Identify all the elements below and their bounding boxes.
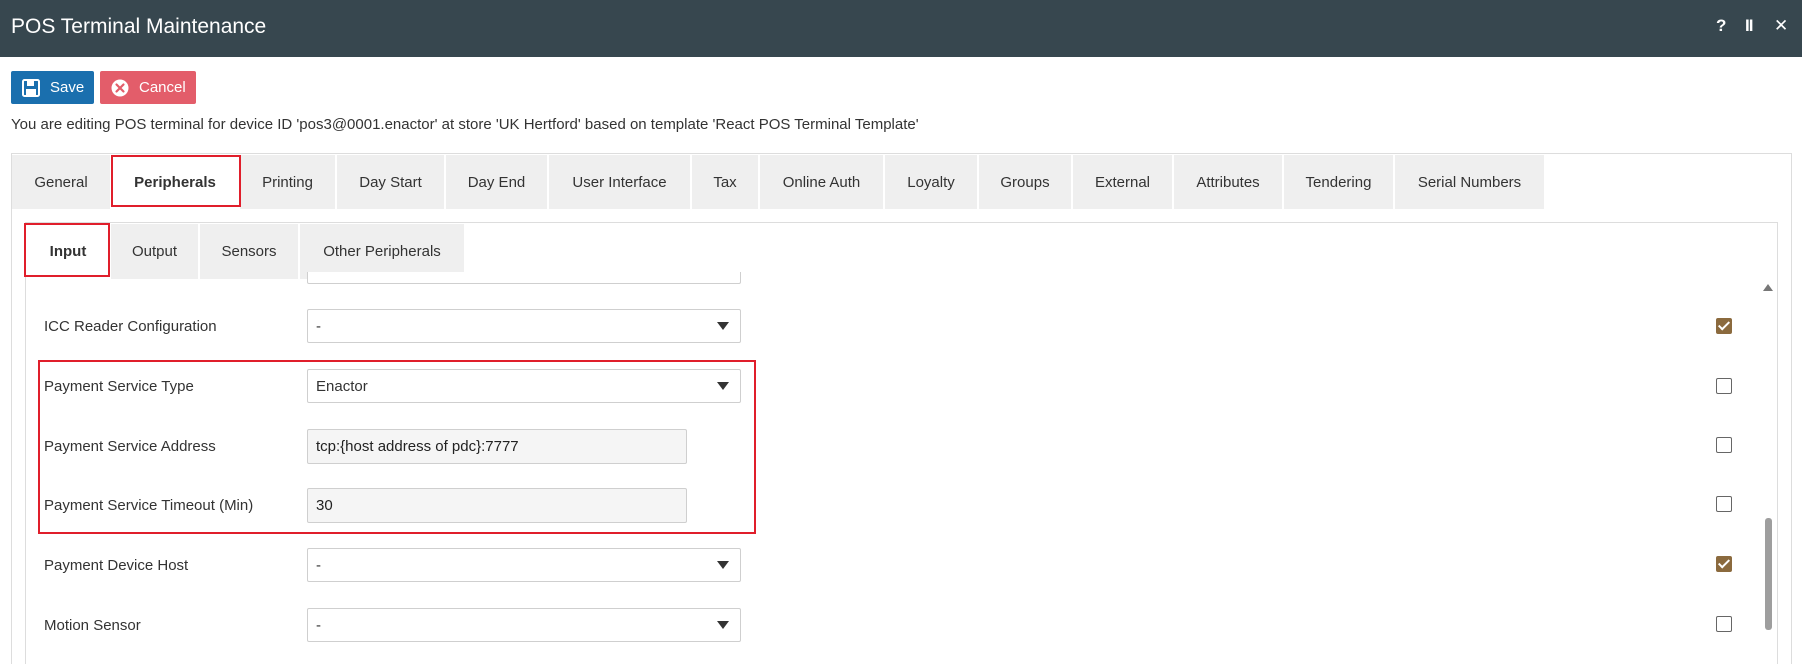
payment-device-host-value: - — [316, 557, 321, 574]
chevron-down-icon — [717, 382, 729, 390]
tab-printing[interactable]: Printing — [240, 155, 335, 209]
tab-serial-numbers[interactable]: Serial Numbers — [1395, 155, 1544, 209]
scrollbar-thumb[interactable] — [1765, 518, 1772, 630]
tab-user-interface[interactable]: User Interface — [549, 155, 690, 209]
subtab-input[interactable]: Input — [27, 224, 109, 279]
scroll-up-arrow-icon[interactable] — [1763, 284, 1773, 291]
tab-day-end[interactable]: Day End — [446, 155, 547, 209]
chevron-down-icon — [717, 621, 729, 629]
tab-online-auth[interactable]: Online Auth — [760, 155, 883, 209]
payment-service-timeout-checkbox[interactable] — [1716, 496, 1732, 512]
floppy-disk-icon — [22, 78, 40, 97]
chevron-down-icon — [717, 561, 729, 569]
clipped-field-above — [307, 272, 741, 284]
cancel-button-label: Cancel — [139, 79, 186, 96]
cancel-button[interactable]: Cancel — [100, 71, 196, 104]
close-icon[interactable]: ✕ — [1774, 16, 1788, 36]
save-button-label: Save — [50, 79, 85, 96]
subtab-output[interactable]: Output — [111, 224, 198, 279]
subtab-sensors[interactable]: Sensors — [200, 224, 298, 279]
editing-info-text: You are editing POS terminal for device … — [11, 116, 919, 133]
payment-device-host-checkbox[interactable] — [1716, 556, 1732, 572]
payment-device-host-select[interactable]: - — [307, 548, 741, 582]
payment-service-type-select[interactable]: Enactor — [307, 369, 741, 403]
payment-service-type-value: Enactor — [316, 378, 368, 395]
tab-general[interactable]: General — [12, 155, 110, 209]
motion-sensor-label: Motion Sensor — [44, 617, 141, 634]
icc-reader-configuration-checkbox[interactable] — [1716, 318, 1732, 334]
sub-tab-panel — [25, 222, 1778, 664]
motion-sensor-select[interactable]: - — [307, 608, 741, 642]
tab-external[interactable]: External — [1073, 155, 1172, 209]
icc-reader-configuration-value: - — [316, 318, 321, 335]
tab-tax[interactable]: Tax — [692, 155, 758, 209]
icc-reader-configuration-label: ICC Reader Configuration — [44, 318, 217, 335]
payment-service-address-input[interactable] — [307, 429, 687, 464]
save-button[interactable]: Save — [11, 71, 94, 104]
x-circle-icon — [111, 79, 129, 96]
subtab-other-peripherals[interactable]: Other Peripherals — [300, 224, 464, 279]
payment-service-timeout-label: Payment Service Timeout (Min) — [44, 497, 254, 514]
pause-icon[interactable]: II — [1745, 16, 1754, 36]
tab-loyalty[interactable]: Loyalty — [885, 155, 977, 209]
window-title: POS Terminal Maintenance — [11, 15, 267, 38]
payment-service-type-label: Payment Service Type — [44, 378, 194, 395]
tab-groups[interactable]: Groups — [979, 155, 1071, 209]
chevron-down-icon — [717, 322, 729, 330]
tab-day-start[interactable]: Day Start — [337, 155, 444, 209]
tab-attributes[interactable]: Attributes — [1174, 155, 1282, 209]
icc-reader-configuration-select[interactable]: - — [307, 309, 741, 343]
help-icon[interactable]: ? — [1716, 16, 1726, 36]
title-bar: POS Terminal Maintenance ? II ✕ — [0, 0, 1802, 57]
payment-service-type-checkbox[interactable] — [1716, 378, 1732, 394]
payment-service-address-label: Payment Service Address — [44, 438, 216, 455]
tab-peripherals[interactable]: Peripherals — [112, 155, 238, 209]
payment-service-address-checkbox[interactable] — [1716, 437, 1732, 453]
motion-sensor-value: - — [316, 617, 321, 634]
motion-sensor-checkbox[interactable] — [1716, 616, 1732, 632]
payment-device-host-label: Payment Device Host — [44, 557, 189, 574]
payment-service-timeout-input[interactable] — [307, 488, 687, 523]
tab-tendering[interactable]: Tendering — [1284, 155, 1393, 209]
